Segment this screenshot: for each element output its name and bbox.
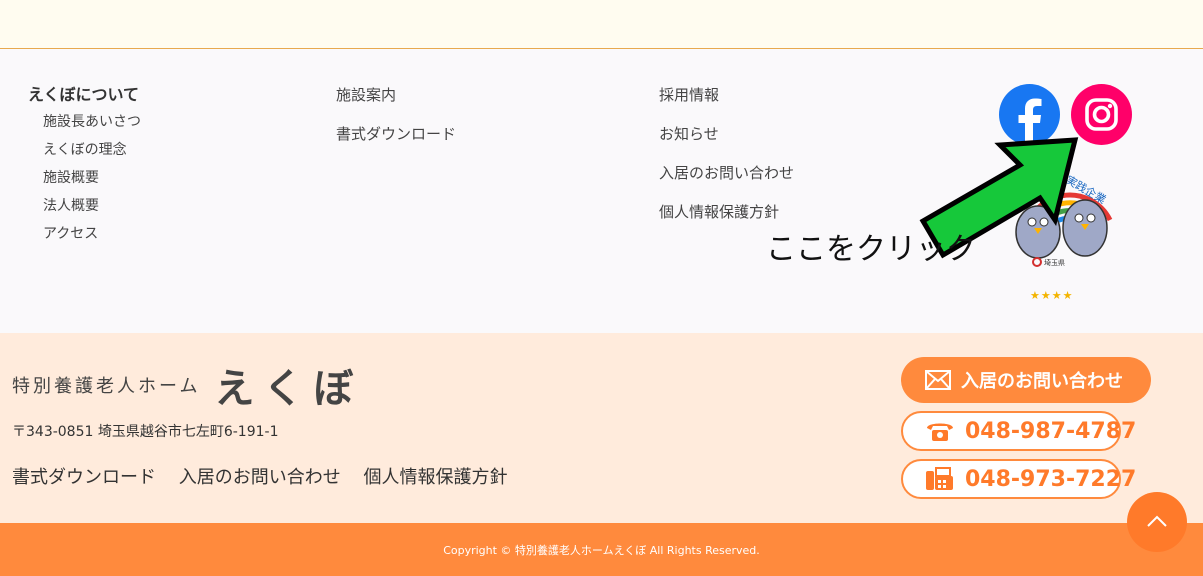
footer-links: 書式ダウンロード 入居のお問い合わせ 個人情報保護方針 xyxy=(12,463,524,489)
nav-item-access[interactable]: アクセス xyxy=(43,220,141,248)
mail-icon xyxy=(925,370,951,390)
nav-col-about: えくぼについて 施設長あいさつ えくぼの理念 施設概要 法人概要 アクセス xyxy=(28,81,141,248)
nav-item-contact[interactable]: 入居のお問い合わせ xyxy=(659,154,794,193)
nav-item-news[interactable]: お知らせ xyxy=(659,115,794,154)
tel-button[interactable]: 048-987-4787 xyxy=(901,411,1136,451)
footer-link-downloads[interactable]: 書式ダウンロード xyxy=(12,467,156,488)
badge-stars: ★★★★ xyxy=(1030,289,1074,302)
brand-subtitle: 特別養護老人ホーム xyxy=(12,376,201,397)
address: 〒343-0851 埼玉県越谷市七左町6-191-1 xyxy=(12,424,279,440)
footer-link-privacy[interactable]: 個人情報保護方針 xyxy=(363,467,507,488)
instagram-icon[interactable] xyxy=(1071,84,1132,145)
nav-item-facility-guide[interactable]: 施設案内 xyxy=(336,76,456,115)
contact-button-label: 入居のお問い合わせ xyxy=(961,371,1123,392)
brand-name: えくぼ xyxy=(214,366,364,412)
nav-item-downloads[interactable]: 書式ダウンロード xyxy=(336,115,456,154)
phone-icon xyxy=(925,420,955,442)
brand-logo[interactable]: 特別養護老人ホーム えくぼ xyxy=(12,356,363,414)
copyright-text: Copyright © 特別養護老人ホームえくぼ All Rights Rese… xyxy=(443,544,760,557)
nav-item-recruit[interactable]: 採用情報 xyxy=(659,76,794,115)
nav-heading-about[interactable]: えくぼについて xyxy=(28,81,141,105)
annotation-text: ここをクリック xyxy=(766,232,976,267)
nav-item-philosophy[interactable]: えくぼの理念 xyxy=(43,136,141,164)
contact-button[interactable]: 入居のお問い合わせ xyxy=(901,357,1151,403)
fax-icon xyxy=(925,467,955,491)
nav-item-facility-overview[interactable]: 施設概要 xyxy=(43,164,141,192)
footer-link-contact[interactable]: 入居のお問い合わせ xyxy=(179,467,341,488)
nav-col-3: 採用情報 お知らせ 入居のお問い合わせ 個人情報保護方針 xyxy=(659,76,794,232)
top-band xyxy=(0,0,1203,49)
nav-col-2: 施設案内 書式ダウンロード xyxy=(336,76,456,154)
tel-number: 048-987-4787 xyxy=(965,418,1137,444)
nav-item-corporate-overview[interactable]: 法人概要 xyxy=(43,192,141,220)
fax-number: 048-973-7227 xyxy=(965,466,1137,492)
fax-button[interactable]: 048-973-7227 xyxy=(901,459,1136,499)
nav-item-greeting[interactable]: 施設長あいさつ xyxy=(43,108,141,136)
back-to-top-button[interactable] xyxy=(1127,492,1187,552)
chevron-up-icon xyxy=(1146,513,1168,532)
